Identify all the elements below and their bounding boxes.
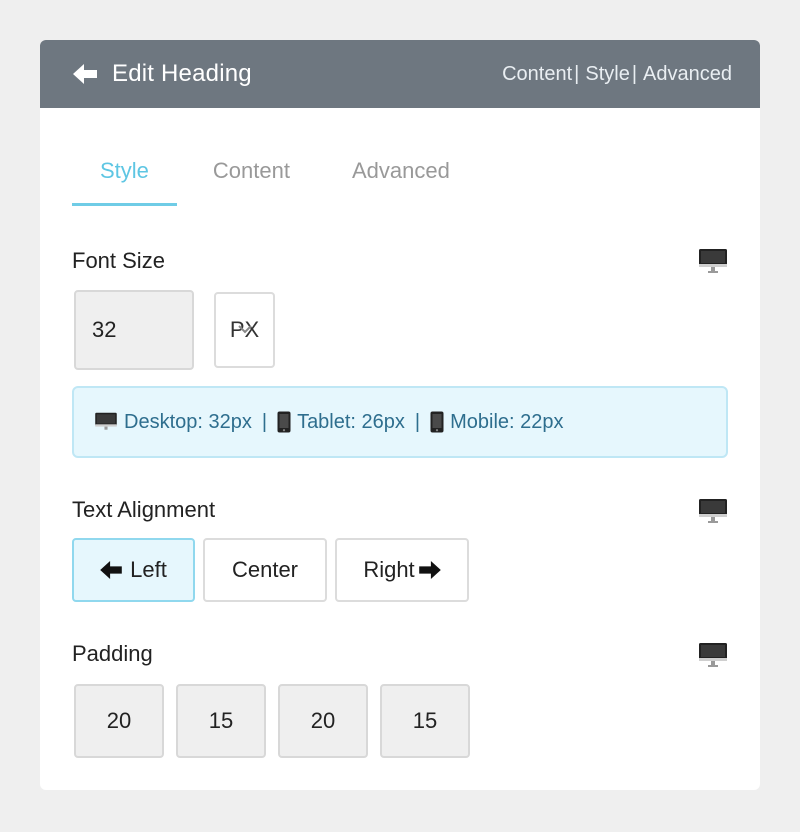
responsive-info-box: Desktop: 32px | Tablet: 26px | Mobile: 2… bbox=[72, 386, 728, 458]
back-button[interactable] bbox=[72, 61, 98, 87]
edit-heading-panel: Edit Heading Content | Style | Advanced … bbox=[40, 40, 760, 790]
chevron-down-icon bbox=[238, 325, 252, 334]
mobile-icon bbox=[430, 411, 444, 433]
header-link-separator: | bbox=[574, 62, 580, 85]
tab-content[interactable]: Content bbox=[177, 140, 330, 206]
header-title: Edit Heading bbox=[112, 60, 252, 87]
desktop-icon[interactable] bbox=[698, 498, 728, 524]
tab-advanced[interactable]: Advanced bbox=[330, 140, 478, 206]
padding-right-input[interactable] bbox=[176, 684, 266, 758]
tab-style[interactable]: Style bbox=[72, 140, 177, 206]
tablet-icon bbox=[277, 411, 291, 433]
header-link-style[interactable]: Style bbox=[585, 63, 629, 86]
align-right-button[interactable]: Right bbox=[335, 538, 469, 602]
arrow-left-icon bbox=[73, 64, 97, 84]
text-alignment-label: Text Alignment bbox=[72, 497, 216, 522]
info-separator: | bbox=[261, 410, 268, 433]
padding-bottom-input[interactable] bbox=[278, 684, 368, 758]
arrow-right-icon bbox=[418, 561, 441, 579]
header-link-content[interactable]: Content bbox=[502, 63, 572, 86]
padding-left-input[interactable] bbox=[380, 684, 470, 758]
header-link-advanced[interactable]: Advanced bbox=[643, 63, 732, 86]
mobile-size-text: Mobile: 22px bbox=[450, 410, 564, 433]
align-left-button[interactable]: Left bbox=[72, 538, 195, 602]
header-link-separator: | bbox=[631, 62, 638, 85]
font-size-label: Font Size bbox=[72, 248, 165, 273]
font-size-input[interactable] bbox=[74, 290, 194, 370]
desktop-icon[interactable] bbox=[698, 248, 728, 274]
panel-header: Edit Heading Content | Style | Advanced bbox=[40, 40, 760, 108]
tablet-size-text: Tablet: 26px bbox=[297, 410, 405, 433]
desktop-icon bbox=[94, 412, 118, 432]
tab-bar: Style Content Advanced bbox=[72, 140, 478, 206]
align-right-label: Right bbox=[363, 557, 415, 582]
header-links: Content | Style | Advanced bbox=[502, 63, 732, 86]
arrow-left-icon bbox=[100, 561, 122, 579]
padding-top-input[interactable] bbox=[74, 684, 164, 758]
unit-select[interactable]: PX bbox=[214, 292, 275, 368]
desktop-size-text: Desktop: 32px bbox=[124, 410, 252, 433]
align-center-button[interactable]: Center bbox=[203, 538, 327, 602]
align-center-label: Center bbox=[231, 557, 299, 582]
desktop-icon[interactable] bbox=[698, 642, 728, 668]
info-separator: | bbox=[414, 410, 421, 433]
padding-label: Padding bbox=[72, 641, 153, 666]
align-left-label: Left bbox=[130, 557, 167, 582]
